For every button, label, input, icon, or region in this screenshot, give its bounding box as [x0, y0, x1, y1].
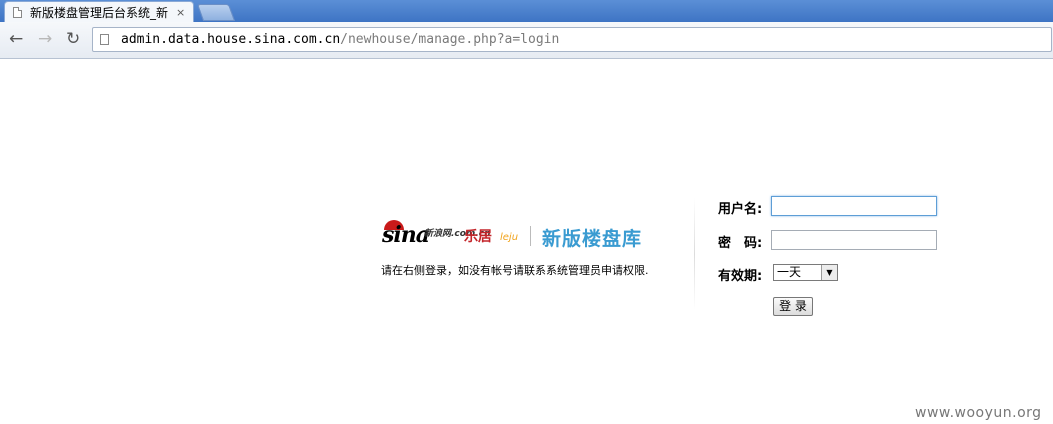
vertical-divider: [694, 198, 695, 310]
leju-logo: 乐居: [464, 229, 492, 245]
new-tab-button[interactable]: [196, 4, 236, 21]
watermark: www.wooyun.org: [915, 405, 1042, 421]
validity-select[interactable]: 一天 ▼: [773, 264, 838, 281]
forward-icon[interactable]: →: [38, 30, 52, 48]
username-label: 用户名:: [718, 202, 763, 217]
password-label: 密 码:: [718, 236, 763, 251]
password-input[interactable]: [771, 230, 937, 250]
product-title: 新版楼盘库: [542, 228, 643, 250]
login-button[interactable]: 登 录: [773, 297, 813, 316]
page-icon: [100, 34, 109, 45]
page-icon: [13, 6, 22, 18]
username-input[interactable]: [771, 196, 937, 216]
tab-close-icon[interactable]: ×: [176, 6, 185, 19]
address-bar[interactable]: admin.data.house.sina.com.cn/newhouse/ma…: [92, 27, 1052, 52]
browser-toolbar: ← → ↻ admin.data.house.sina.com.cn/newho…: [0, 22, 1053, 59]
tab-strip: 新版楼盘管理后台系统_新 ×: [0, 0, 1053, 22]
leju-logo-en: leju: [500, 232, 519, 243]
validity-selected: 一天: [777, 265, 802, 279]
url-path: /newhouse/manage.php?a=login: [340, 32, 560, 47]
logo-divider: [530, 226, 531, 246]
url-text: admin.data.house.sina.com.cn/newhouse/ma…: [121, 32, 559, 47]
url-host: admin.data.house.sina.com.cn: [121, 32, 341, 47]
browser-tab[interactable]: 新版楼盘管理后台系统_新 ×: [4, 1, 194, 22]
tab-title: 新版楼盘管理后台系统_新: [30, 5, 169, 20]
brand-logos: sina 新浪网.com.cn 乐居 leju 新版楼盘库: [382, 220, 672, 254]
chevron-down-icon[interactable]: ▼: [821, 265, 837, 280]
validity-label: 有效期:: [718, 269, 763, 284]
login-hint: 请在右侧登录，如没有帐号请联系系统管理员申请权限.: [381, 264, 649, 277]
sina-logo: sina: [382, 222, 430, 248]
reload-icon[interactable]: ↻: [66, 30, 80, 48]
back-icon[interactable]: ←: [9, 30, 23, 48]
